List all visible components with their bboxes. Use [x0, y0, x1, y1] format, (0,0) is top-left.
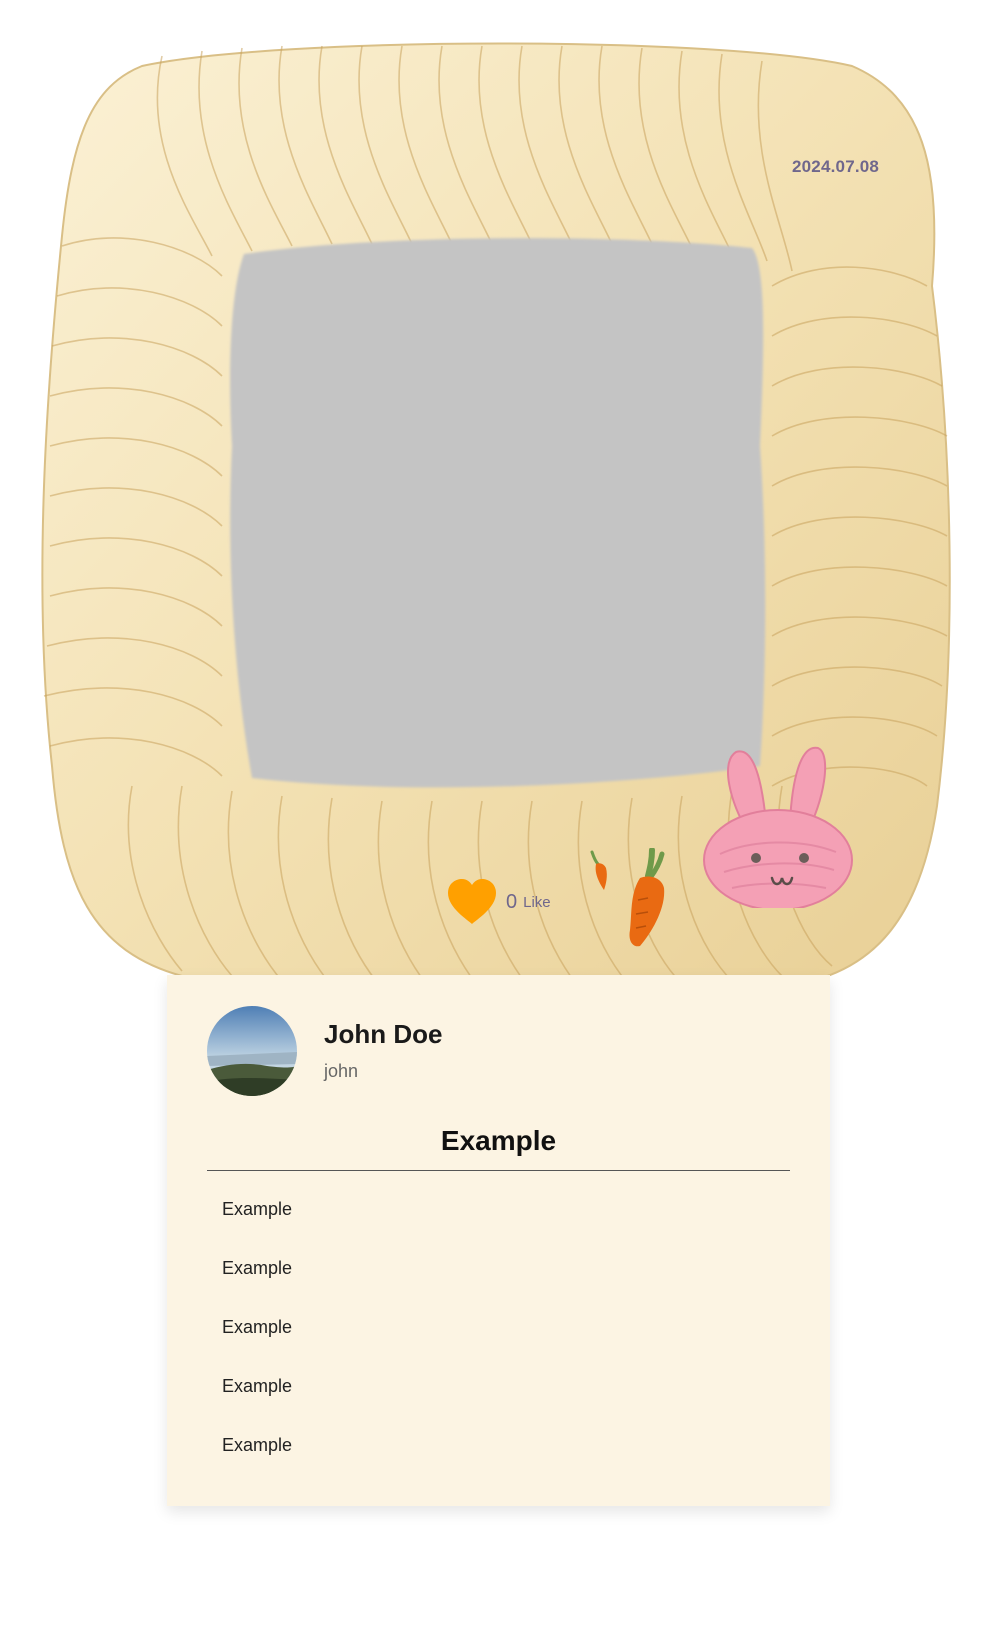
post-date: 2024.07.08 — [792, 157, 880, 176]
list-item[interactable]: Example — [222, 1257, 292, 1316]
list-item[interactable]: Example — [222, 1316, 292, 1375]
post-card-page: 2024.07.08 0 Like John Doe john Example … — [0, 0, 1000, 1638]
list-item[interactable]: Example — [222, 1434, 292, 1493]
list-item[interactable]: Example — [222, 1198, 292, 1257]
photo-placeholder — [230, 238, 766, 788]
profile-username: john — [324, 1061, 359, 1081]
profile-card: John Doe john Example Example Example Ex… — [167, 975, 830, 1506]
like-label: Like — [523, 893, 551, 911]
example-list: Example Example Example Example Example — [222, 1198, 292, 1493]
avatar-image — [207, 1006, 297, 1096]
carrot-icon — [590, 850, 607, 890]
heart-icon[interactable] — [446, 878, 498, 926]
section-title: Example — [440, 1125, 557, 1156]
bunny-sticker — [703, 746, 853, 908]
profile-name: John Doe — [324, 1019, 443, 1049]
section-divider — [207, 1170, 790, 1171]
like-count: 0 — [506, 890, 518, 913]
like-control: 0 Like — [446, 878, 551, 926]
list-item[interactable]: Example — [222, 1375, 292, 1434]
avatar[interactable] — [207, 1006, 297, 1096]
carrot-icon — [629, 848, 665, 947]
